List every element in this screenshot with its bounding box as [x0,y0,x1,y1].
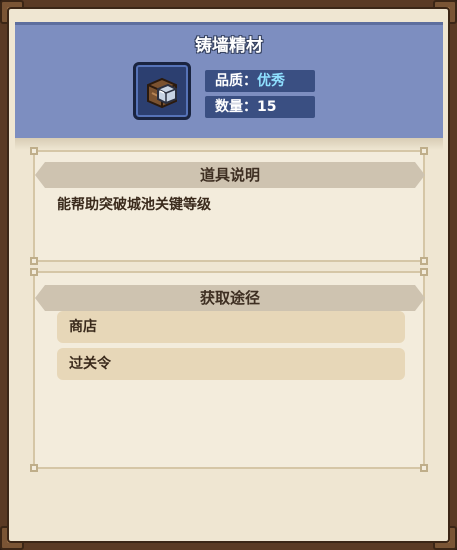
panel-corner [420,257,428,265]
quality-row: 品质：优秀 [205,70,315,92]
item-header: 铸墙精材 品质：优秀 数量：15 [15,22,443,150]
panel-corner [420,268,428,276]
source-item-stage-pass[interactable]: 过关令 [57,348,405,380]
description-header: 道具说明 [35,162,425,188]
panel-corner [30,147,38,155]
panel-corner [30,268,38,276]
description-text: 能帮助突破城池关键等级 [57,197,211,213]
sources-header: 获取途径 [35,285,425,311]
description-panel: 道具说明 能帮助突破城池关键等级 [30,147,428,265]
panel-corner [420,464,428,472]
panel-corner [30,257,38,265]
item-info-dialog: 铸墙精材 品质：优秀 数量：15 道具说明 能帮助突破城池关键等级 获取途径 商… [0,0,457,550]
quantity-value: 15 [257,99,277,115]
source-item-shop[interactable]: 商店 [57,311,405,343]
item-slot[interactable] [133,62,191,120]
quality-value: 优秀 [257,73,285,89]
quality-label: 品质： [215,73,257,89]
item-name: 铸墙精材 [195,36,263,56]
panel-corner [420,147,428,155]
stone-material-icon [147,77,177,109]
panel-corner [30,464,38,472]
sources-panel: 获取途径 商店 过关令 [30,268,428,472]
quantity-row: 数量：15 [205,96,315,118]
quantity-label: 数量： [215,99,257,115]
